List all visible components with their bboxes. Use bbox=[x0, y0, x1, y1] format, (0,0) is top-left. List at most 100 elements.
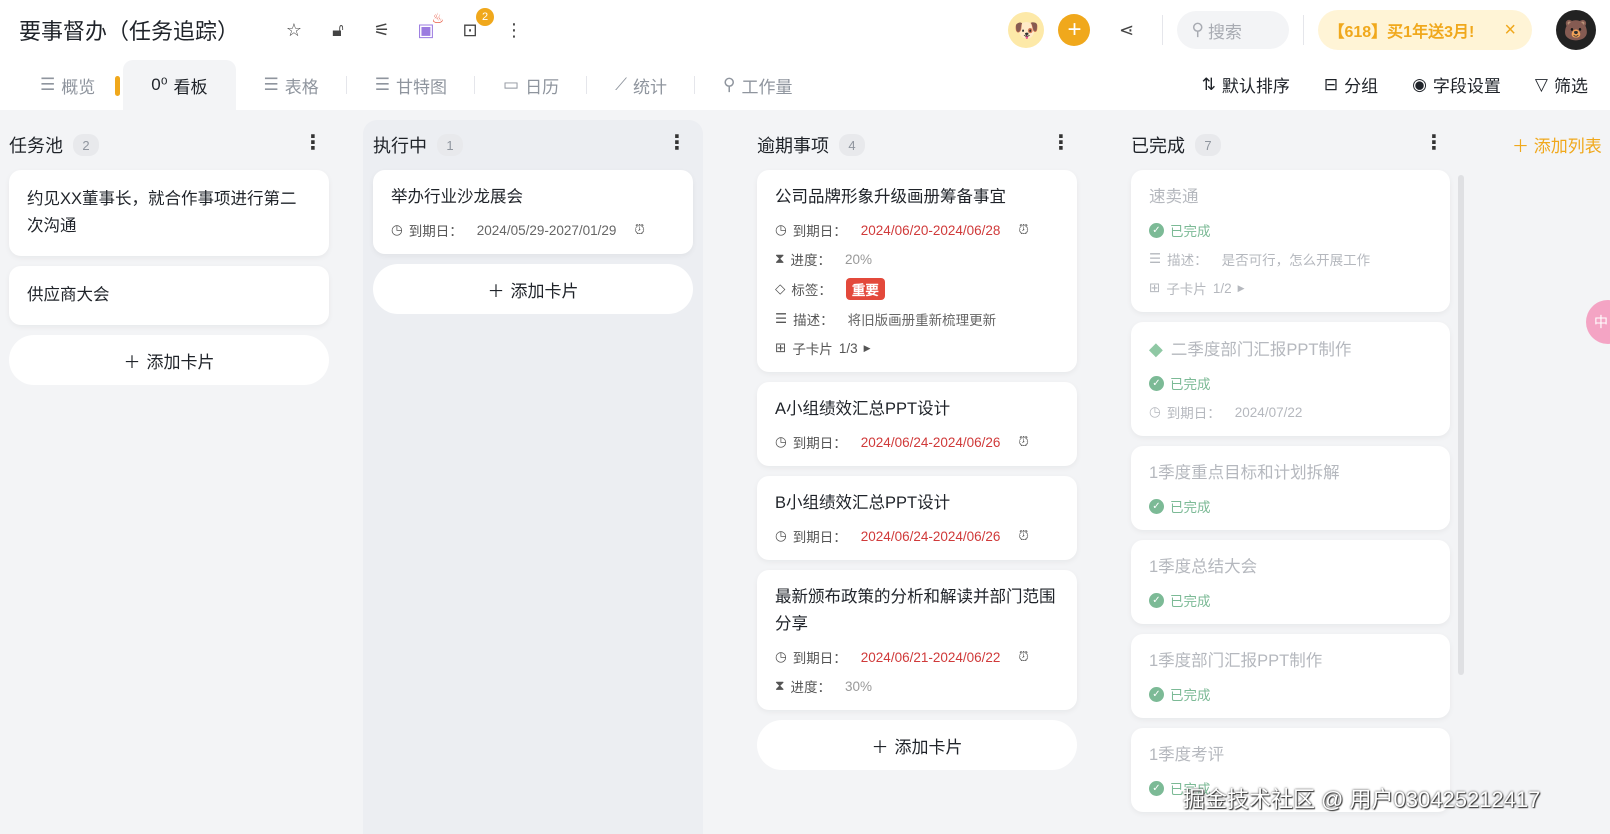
filter-label: 筛选 bbox=[1554, 77, 1588, 96]
alarm-icon[interactable]: ⏰︎ bbox=[1018, 649, 1029, 665]
due-value: 2024/06/24-2024/06/26 bbox=[860, 434, 1001, 450]
expand-arrow-icon[interactable]: ▶ bbox=[864, 343, 871, 354]
card-title: 二季度部门汇报PPT制作 bbox=[1170, 341, 1352, 359]
star-icon[interactable]: ☆ bbox=[282, 18, 306, 42]
alarm-icon[interactable]: ⏰︎ bbox=[1018, 434, 1029, 450]
tab-3[interactable]: ☰ 甘特图 bbox=[347, 60, 476, 110]
unlock-icon[interactable]: 🔓︎ bbox=[326, 18, 350, 42]
column-more-icon[interactable]: ⋮ bbox=[1051, 130, 1071, 155]
expand-arrow-icon[interactable]: ▶ bbox=[1238, 283, 1245, 294]
task-card[interactable]: 1季度总结大会 ✓ 已完成 bbox=[1131, 540, 1450, 624]
alarm-icon[interactable]: ⏰︎ bbox=[1018, 222, 1029, 238]
progress-value: 20% bbox=[844, 251, 873, 267]
add-card-label: 添加卡片 bbox=[894, 737, 963, 757]
plus-icon: ＋ bbox=[123, 352, 141, 372]
settings-sliders-icon[interactable]: ⚟ bbox=[370, 18, 394, 42]
field-settings-button[interactable]: ◉ 字段设置 bbox=[1412, 72, 1501, 97]
scrollbar[interactable] bbox=[1458, 175, 1464, 675]
add-card-button[interactable]: ＋添加卡片 bbox=[373, 264, 693, 314]
subcard-label: 子卡片 bbox=[1166, 282, 1207, 297]
hot-app-icon[interactable]: ▣ ♨ bbox=[414, 10, 444, 42]
task-card[interactable]: 举办行业沙龙展会 ◷ 到期日： 2024/05/29-2027/01/29 ⏰︎ bbox=[373, 170, 693, 254]
search-input[interactable]: ⚲ 搜索 bbox=[1177, 11, 1290, 49]
promo-banner[interactable]: 【618】买1年送3月! × bbox=[1318, 10, 1532, 50]
check-circle-icon: ✓ bbox=[1149, 222, 1164, 238]
add-card-button[interactable]: ＋添加卡片 bbox=[757, 720, 1077, 770]
tab-5[interactable]: ⟋ 统计 bbox=[587, 60, 695, 110]
tab-4[interactable]: ▭ 日历 bbox=[475, 60, 588, 110]
filter-button[interactable]: ▽ 筛选 bbox=[1535, 72, 1588, 97]
more-icon[interactable]: ⋮ bbox=[502, 18, 526, 42]
task-card[interactable]: 最新颁布政策的分析和解读并部门范围分享 ◷ 到期日： 2024/06/21-2024/… bbox=[757, 570, 1077, 710]
task-card[interactable]: B小组绩效汇总PPT设计 ◷ 到期日： 2024/06/24-2024/06/26 ⏰︎ bbox=[757, 476, 1077, 560]
task-card[interactable]: ◆ 二季度部门汇报PPT制作 ✓ 已完成 ◷ 到期日： 2024/07/22 bbox=[1131, 322, 1450, 436]
group-label: 分组 bbox=[1344, 77, 1379, 96]
card-title: 最新颁布政策的分析和解读并部门范围分享 bbox=[775, 588, 1056, 633]
tab-icon: ⟋ bbox=[615, 75, 627, 94]
task-card[interactable]: 1季度部门汇报PPT制作 ✓ 已完成 bbox=[1131, 634, 1450, 718]
bot-badge: 2 bbox=[476, 8, 494, 26]
tab-label: 表格 bbox=[284, 77, 319, 97]
card-title: 1季度考评 bbox=[1149, 746, 1225, 764]
tab-0[interactable]: ☰ 概览 bbox=[0, 60, 123, 110]
add-button[interactable]: + bbox=[1058, 14, 1091, 46]
group-button[interactable]: ⊟ 分组 bbox=[1324, 72, 1378, 97]
subcard-count: 1/3 bbox=[838, 340, 858, 356]
due-value: 2024/06/21-2024/06/22 bbox=[860, 649, 1001, 665]
column-3: 已完成 7 ⋮ 速卖通 ✓ 已完成 ☰ 描述： 是否可行，怎么开展工作 ⊞ 子卡片 1/2 ▶ ◆ 二季度部… bbox=[1131, 120, 1450, 834]
due-label: 到期日： bbox=[792, 530, 847, 545]
tab-2[interactable]: ☰ 表格 bbox=[236, 60, 347, 110]
column-1: 执行中 1 ⋮ 举办行业沙龙展会 ◷ 到期日： 2024/05/29-2027/01/29 ⏰… bbox=[363, 120, 703, 834]
check-circle-icon: ✓ bbox=[1149, 780, 1164, 796]
floating-button[interactable]: 中 bbox=[1586, 300, 1610, 344]
check-circle-icon: ✓ bbox=[1149, 686, 1164, 702]
column-title: 逾期事项 bbox=[757, 136, 829, 156]
due-value: 2024/06/20-2024/06/28 bbox=[860, 222, 1001, 238]
robot-icon[interactable]: ⊡ 2 bbox=[458, 8, 494, 42]
column-count: 7 bbox=[1195, 134, 1221, 156]
task-card[interactable]: 约见XX董事长，就合作事项进行第二次沟通 bbox=[9, 170, 329, 256]
close-icon[interactable]: × bbox=[1504, 19, 1516, 42]
task-card[interactable]: 1季度重点目标和计划拆解 ✓ 已完成 bbox=[1131, 446, 1450, 530]
tag-label: 标签： bbox=[791, 283, 832, 298]
plus-icon: ＋ bbox=[871, 737, 889, 757]
alarm-icon[interactable]: ⏰︎ bbox=[1018, 528, 1029, 544]
column-more-icon[interactable]: ⋮ bbox=[667, 130, 687, 155]
column-count: 4 bbox=[839, 134, 865, 156]
tab-6[interactable]: ⚲ 工作量 bbox=[695, 60, 820, 110]
description-icon: ☰ bbox=[1149, 251, 1162, 266]
user-avatar[interactable]: 🐻 bbox=[1556, 10, 1596, 50]
task-card[interactable]: A小组绩效汇总PPT设计 ◷ 到期日： 2024/06/24-2024/06/26 ⏰︎ bbox=[757, 382, 1077, 466]
top-bar: 要事督办（任务追踪） ☆ 🔓︎ ⚟ ▣ ♨ ⊡ 2 ⋮ 🐶 + ⋖ ⚲ 搜索 【618… bbox=[0, 0, 1610, 110]
add-list-button[interactable]: ＋ 添加列表 bbox=[1512, 132, 1602, 157]
task-card[interactable]: 速卖通 ✓ 已完成 ☰ 描述： 是否可行，怎么开展工作 ⊞ 子卡片 1/2 ▶ bbox=[1131, 170, 1450, 312]
mascot-avatar[interactable]: 🐶 bbox=[1008, 12, 1045, 48]
column-count: 2 bbox=[73, 134, 99, 156]
tag-icon: ◇ bbox=[775, 281, 786, 296]
due-value: 2024/06/24-2024/06/26 bbox=[860, 528, 1001, 544]
task-card[interactable]: 公司品牌形象升级画册筹备事宜 ◷ 到期日： 2024/06/20-2024/06/28… bbox=[757, 170, 1077, 372]
alarm-icon[interactable]: ⏰︎ bbox=[634, 222, 645, 238]
column-title: 任务池 bbox=[9, 136, 63, 156]
clock-icon: ◷ bbox=[775, 222, 787, 237]
add-card-button[interactable]: ＋添加卡片 bbox=[9, 335, 329, 385]
tab-label: 日历 bbox=[525, 77, 560, 97]
card-title: B小组绩效汇总PPT设计 bbox=[775, 494, 951, 512]
column-more-icon[interactable]: ⋮ bbox=[303, 130, 323, 155]
sort-button[interactable]: ⇅ 默认排序 bbox=[1202, 72, 1290, 97]
column-0: 任务池 2 ⋮ 约见XX董事长，就合作事项进行第二次沟通供应商大会 ＋添加卡片 bbox=[9, 120, 329, 834]
column-title: 已完成 bbox=[1131, 136, 1185, 156]
tag-badge: 重要 bbox=[845, 278, 885, 300]
plus-icon: ＋ bbox=[487, 281, 505, 301]
due-label: 到期日： bbox=[408, 224, 463, 239]
task-card[interactable]: 供应商大会 bbox=[9, 266, 329, 325]
due-value: 2024/05/29-2027/01/29 bbox=[476, 222, 617, 238]
card-title: 1季度重点目标和计划拆解 bbox=[1149, 464, 1340, 482]
card-title: 速卖通 bbox=[1149, 188, 1199, 206]
clock-icon: ◷ bbox=[391, 222, 403, 237]
tab-1[interactable]: 0⁰ 看板 bbox=[115, 60, 236, 110]
tab-icon: ▭ bbox=[503, 75, 520, 94]
column-more-icon[interactable]: ⋮ bbox=[1424, 130, 1444, 155]
promo-text: 【618】买1年送3月! bbox=[1328, 24, 1475, 41]
share-icon[interactable]: ⋖ bbox=[1114, 18, 1138, 42]
